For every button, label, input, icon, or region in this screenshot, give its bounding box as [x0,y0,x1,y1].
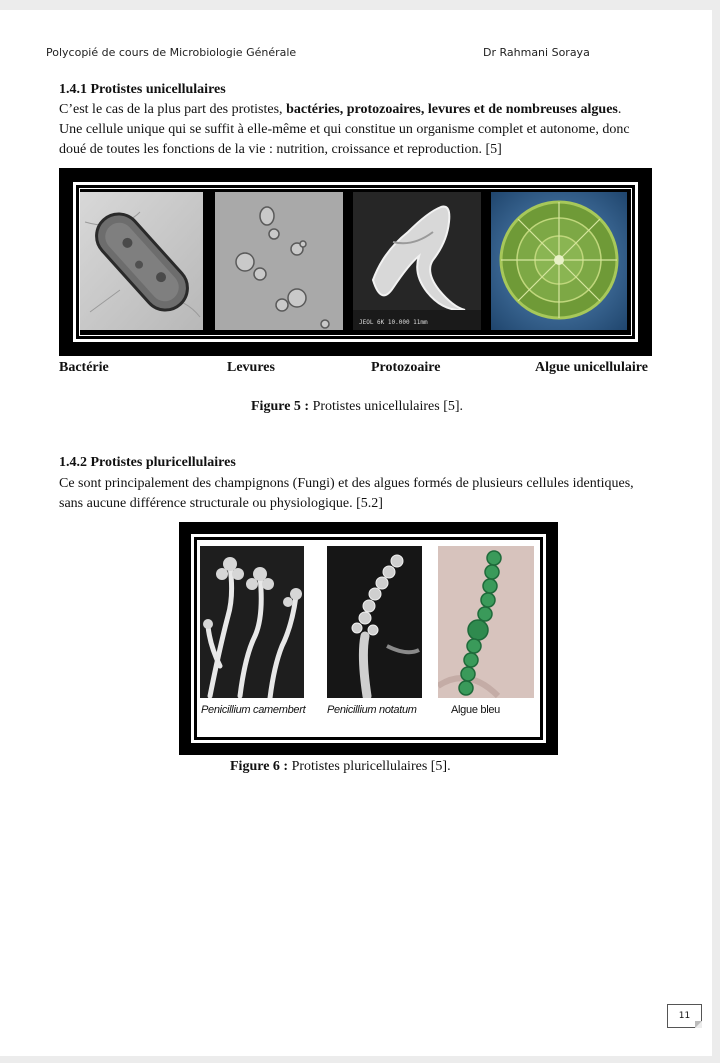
figure-6-caption-notatum: Penicillium notatum [327,704,417,716]
penicillium-camembert-micrograph [200,546,304,698]
figure-5-caption-bacteria: Bactérie [59,360,109,375]
paragraph-bold-text: bactéries, protozoaires, levures et de n… [286,102,618,117]
header-author: Dr Rahmani Soraya [483,46,590,59]
figure-6-title-text: Protistes pluricellulaires [5]. [288,759,451,774]
paragraph-unicellular-1: C’est le cas de la plus part des protist… [59,100,653,120]
paragraph-unicellular-2: Une cellule unique qui se suffit à elle-… [59,122,630,157]
paragraph-text: C’est le cas de la plus part des protist… [59,102,287,117]
penicillium-notatum-micrograph [327,546,422,698]
yeast-micrograph [215,192,343,330]
unicellular-alga-micrograph [491,192,627,330]
section-heading-unicellular: 1.4.1 Protistes unicellulaires [59,82,226,97]
bacteria-micrograph [80,192,203,330]
figure-6-caption-camembert: Penicillium camembert [201,704,306,716]
figure-6-label: Figure 6 : [230,759,289,774]
figure-6-title: Figure 6 : Protistes pluricellulaires [5… [230,759,451,775]
figure-6-caption-blue-alga: Algue bleu [451,704,500,716]
figure-5-caption-yeast: Levures [227,360,275,375]
page-number: 11 [667,1004,702,1028]
micrograph-scale-text: JEOL 6K 10.000 11mm [359,319,428,326]
paragraph-multicellular: Ce sont principalement des champignons (… [59,476,634,511]
figure-5-title-text: Protistes unicellulaires [5]. [309,399,464,414]
figure-5-title: Figure 5 : Protistes unicellulaires [5]. [251,399,463,415]
header-course-title: Polycopié de cours de Microbiologie Géné… [46,46,297,59]
figure-5-label: Figure 5 : [251,399,310,414]
protozoa-micrograph: JEOL 6K 10.000 11mm [353,192,481,330]
section-heading-multicellular: 1.4.2 Protistes pluricellulaires [59,455,236,470]
paragraph-text-end: . [617,102,622,117]
figure-5-caption-alga: Algue unicellulaire [535,360,648,375]
blue-alga-micrograph [438,546,534,698]
figure-5-caption-protozoa: Protozoaire [371,360,441,375]
